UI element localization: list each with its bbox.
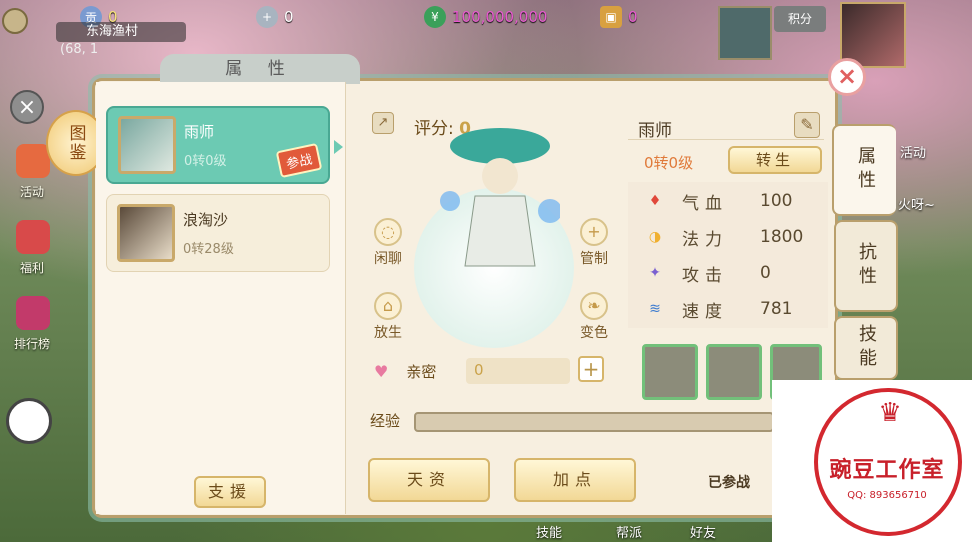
- intimacy-bar: 0: [466, 358, 570, 384]
- panel-title: 属 性: [160, 54, 360, 84]
- activity-icon: [16, 144, 50, 178]
- release-action-icon: ⌂: [374, 292, 402, 320]
- control-action-label: 管制: [580, 251, 608, 267]
- stat-row-speed: ≋ 速度 781: [628, 292, 828, 326]
- tab-skills[interactable]: 技能: [834, 316, 898, 380]
- minimap[interactable]: [718, 6, 772, 60]
- addpoint-button[interactable]: 加点: [514, 458, 636, 502]
- silver-resource: + 0: [256, 6, 294, 28]
- crown-icon: ♛: [878, 398, 902, 428]
- stat-value: 0: [760, 263, 771, 283]
- rebirth-level: 0转0级: [644, 154, 694, 172]
- intimacy-label: 亲密: [406, 362, 437, 381]
- ranking-icon: [16, 296, 50, 330]
- chat-snippet: 火呀~: [898, 198, 935, 213]
- stats-pet-name: 雨师: [638, 121, 672, 141]
- close-icon-left[interactable]: ×: [10, 90, 44, 124]
- pet-thumbnail: [118, 116, 176, 174]
- intimacy-value: 0: [474, 361, 484, 379]
- bottom-nav-friends[interactable]: 好友: [690, 522, 716, 541]
- control-action[interactable]: + 管制: [574, 218, 614, 268]
- pet-name-row: 雨师 ✎: [628, 110, 824, 141]
- chat-action-label: 闲聊: [374, 251, 402, 267]
- pet-figure: [440, 128, 560, 267]
- gold-value: 100,000,000: [452, 8, 548, 26]
- ticket-value: 0: [628, 8, 638, 26]
- pet-name: 浪淘沙: [183, 211, 229, 229]
- list-item-pet[interactable]: 浪淘沙 0转28级: [106, 194, 330, 272]
- intimacy-row: ♥ 亲密 0 +: [370, 356, 604, 386]
- speed-icon: ≋: [649, 301, 661, 317]
- add-intimacy-button[interactable]: +: [578, 356, 604, 382]
- points-button[interactable]: 积分: [774, 6, 826, 32]
- skill-slot[interactable]: [642, 344, 698, 400]
- control-action-icon: +: [580, 218, 608, 246]
- list-item-pet[interactable]: 雨师 0转0级 参战: [106, 106, 330, 184]
- chat-bubble-icon[interactable]: [6, 398, 52, 444]
- bottom-nav-guild[interactable]: 帮派: [616, 522, 642, 541]
- battle-status: 已参战: [708, 475, 750, 491]
- color-action[interactable]: ❧ 变色: [574, 292, 614, 342]
- skill-slot[interactable]: [706, 344, 762, 400]
- stat-row-mp: ◑ 法力 1800: [628, 220, 828, 254]
- sidebar-item-label: 排行榜: [13, 337, 50, 351]
- settings-icon[interactable]: [2, 8, 28, 34]
- watermark-qq: QQ: 893656710: [847, 490, 927, 501]
- gold-icon: ¥: [424, 6, 446, 28]
- watermark-name: 豌豆工作室: [829, 458, 945, 483]
- ticket-resource: ▣ 0: [600, 6, 638, 28]
- stat-value: 781: [760, 299, 793, 319]
- close-icon[interactable]: ×: [828, 58, 866, 96]
- sidebar-item-ranking[interactable]: 排行榜: [2, 292, 62, 352]
- pet-thumbnail: [117, 204, 175, 262]
- stat-label: 气血: [682, 193, 728, 214]
- mp-icon: ◑: [648, 229, 662, 245]
- silver-value: 0: [284, 8, 294, 26]
- pet-name: 雨师: [184, 123, 215, 141]
- sidebar-item-welfare[interactable]: 福利: [2, 216, 62, 276]
- stat-value: 100: [760, 191, 793, 211]
- location-name: 东海渔村: [56, 22, 186, 42]
- aptitude-button[interactable]: 天资: [368, 458, 490, 502]
- stat-label: 攻击: [682, 265, 728, 286]
- stat-value: 1800: [760, 227, 804, 247]
- sidebar-item-label: 福利: [19, 261, 44, 275]
- bottom-nav-skills[interactable]: 技能: [536, 522, 562, 541]
- stat-label: 法力: [682, 229, 728, 250]
- silver-icon: +: [256, 6, 278, 28]
- heart-icon: ♥: [374, 361, 389, 381]
- selection-arrow-icon: [334, 140, 343, 154]
- support-button[interactable]: 支援: [194, 476, 266, 508]
- rebirth-row: 0转0级 转生: [628, 144, 824, 178]
- release-action-label: 放生: [374, 325, 402, 341]
- pet-list: 雨师 0转0级 参战 浪淘沙 0转28级: [96, 82, 346, 514]
- rebirth-button[interactable]: 转生: [728, 146, 822, 174]
- rename-icon[interactable]: ✎: [794, 112, 820, 138]
- battle-tag: 参战: [275, 142, 323, 179]
- color-action-icon: ❧: [580, 292, 608, 320]
- pet-level: 0转28级: [183, 242, 234, 257]
- chat-action-icon: ◌: [374, 218, 402, 246]
- release-action[interactable]: ⌂ 放生: [368, 292, 408, 342]
- gold-resource: ¥ 100,000,000: [424, 6, 547, 28]
- pet-level: 0转0级: [184, 154, 227, 169]
- tab-resistance[interactable]: 抗性: [834, 220, 898, 312]
- stat-row-hp: ♦ 气血 100: [628, 184, 828, 218]
- ticket-icon: ▣: [600, 6, 622, 28]
- color-action-label: 变色: [580, 325, 608, 341]
- watermark-stamp: ♛ 豌豆工作室 QQ: 893656710: [772, 380, 972, 542]
- chat-action[interactable]: ◌ 闲聊: [368, 218, 408, 268]
- hp-icon: ♦: [648, 193, 662, 209]
- tab-attributes[interactable]: 属性: [832, 124, 896, 216]
- location-coords: (68, 1: [60, 42, 99, 57]
- share-icon[interactable]: ↗: [372, 112, 394, 134]
- gift-icon: [16, 220, 50, 254]
- activity-side-label: 活动: [900, 146, 927, 161]
- exp-label: 经验: [370, 412, 401, 430]
- stat-row-attack: ✦ 攻击 0: [628, 256, 828, 290]
- sidebar-item-label: 活动: [19, 185, 44, 199]
- attack-icon: ✦: [649, 265, 661, 281]
- stat-label: 速度: [682, 301, 728, 322]
- exp-bar: [414, 412, 774, 432]
